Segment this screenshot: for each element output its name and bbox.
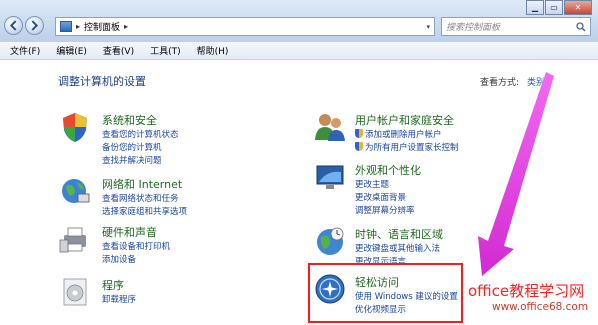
- menu-tools[interactable]: 工具(T): [150, 44, 181, 57]
- link-uninstall-program[interactable]: 卸载程序: [102, 293, 136, 305]
- control-panel-icon: [60, 21, 72, 32]
- link-change-input-method[interactable]: 更改键盘或其他输入法: [355, 242, 440, 254]
- back-button[interactable]: [4, 16, 23, 35]
- view-by-label: 查看方式:: [480, 78, 520, 88]
- category-title[interactable]: 网络和 Internet: [102, 176, 182, 192]
- link-homegroup-sharing[interactable]: 选择家庭组和共享选项: [102, 205, 187, 217]
- view-by-selector[interactable]: 类别: [527, 75, 545, 88]
- menu-bar: 文件(F) 编辑(E) 查看(V) 工具(T) 帮助(H): [0, 42, 598, 60]
- link-desktop-background[interactable]: 更改桌面背景: [355, 191, 406, 203]
- close-icon[interactable]: ✕: [564, 0, 592, 15]
- search-placeholder: 搜索控制面板: [446, 23, 501, 33]
- watermark-url: www.office68.com: [492, 301, 589, 313]
- highlight-box: [308, 263, 463, 323]
- clock-globe-icon[interactable]: [313, 224, 347, 258]
- back-arrow-icon: [9, 20, 17, 31]
- shield-icon[interactable]: [58, 110, 92, 144]
- menu-view[interactable]: 查看(V): [103, 44, 134, 57]
- link-backup-computer[interactable]: 备份您的计算机: [102, 141, 162, 153]
- window-titlebar: ▸ 控制面板 ▸ ▾ 搜索控制面板 ▁ ▭ ✕: [0, 0, 598, 42]
- forward-button[interactable]: [25, 16, 44, 35]
- minimize-icon[interactable]: ▁: [526, 0, 544, 15]
- category-title[interactable]: 硬件和声音: [102, 224, 157, 240]
- printer-icon[interactable]: [58, 222, 92, 256]
- category-title[interactable]: 外观和个性化: [355, 162, 421, 178]
- link-add-remove-accounts[interactable]: 添加或删除用户帐户: [355, 128, 442, 140]
- maximize-icon[interactable]: ▭: [545, 0, 563, 15]
- breadcrumb-chevron-icon[interactable]: ▸: [124, 22, 128, 31]
- link-view-computer-status[interactable]: 查看您的计算机状态: [102, 128, 179, 140]
- breadcrumb-control-panel[interactable]: 控制面板: [84, 20, 120, 33]
- link-network-status[interactable]: 查看网络状态和任务: [102, 192, 179, 204]
- search-icon[interactable]: [576, 21, 586, 32]
- link-troubleshoot[interactable]: 查找并解决问题: [102, 154, 162, 166]
- category-title[interactable]: 用户帐户和家庭安全: [355, 112, 454, 128]
- programs-icon[interactable]: [58, 275, 92, 309]
- breadcrumb-chevron-icon: ▸: [76, 22, 81, 31]
- forward-arrow-icon: [31, 20, 39, 31]
- link-change-theme[interactable]: 更改主题: [355, 178, 389, 190]
- users-icon[interactable]: [313, 110, 347, 144]
- watermark-title: office教程学习网: [468, 282, 585, 300]
- address-dropdown-icon[interactable]: ▾: [426, 23, 430, 31]
- search-input[interactable]: 搜索控制面板: [441, 17, 591, 36]
- network-globe-icon[interactable]: [58, 174, 92, 208]
- menu-edit[interactable]: 编辑(E): [56, 44, 87, 57]
- view-by-dropdown-icon[interactable]: [548, 78, 554, 82]
- link-screen-resolution[interactable]: 调整屏幕分辨率: [355, 204, 415, 216]
- link-parental-controls[interactable]: 为所有用户设置家长控制: [355, 141, 459, 153]
- link-add-device[interactable]: 添加设备: [102, 253, 136, 265]
- link-devices-printers[interactable]: 查看设备和打印机: [102, 240, 170, 252]
- menu-file[interactable]: 文件(F): [10, 44, 40, 57]
- menu-help[interactable]: 帮助(H): [197, 44, 229, 57]
- category-title[interactable]: 程序: [102, 277, 124, 293]
- category-title[interactable]: 系统和安全: [102, 112, 157, 128]
- page-title: 调整计算机的设置: [58, 75, 146, 88]
- window-controls: ▁ ▭ ✕: [525, 0, 592, 15]
- category-title[interactable]: 时钟、语言和区域: [355, 226, 443, 242]
- address-bar[interactable]: ▸ 控制面板 ▸ ▾: [55, 17, 435, 36]
- appearance-monitor-icon[interactable]: [313, 160, 347, 194]
